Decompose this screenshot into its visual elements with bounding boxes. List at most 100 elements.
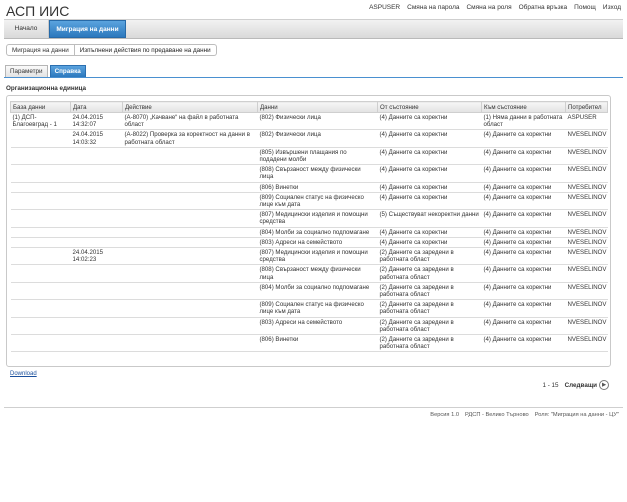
col-header-user[interactable]: Потребител bbox=[565, 101, 608, 113]
cell-to-state: (4) Данните са коректни bbox=[481, 247, 566, 266]
col-header-from-state[interactable]: От състояние bbox=[377, 101, 482, 113]
cell-database bbox=[10, 334, 71, 353]
cell-to-state: (4) Данните са коректни bbox=[481, 264, 566, 283]
cell-to-state: (4) Данните са коректни bbox=[481, 164, 566, 183]
footer-divider bbox=[4, 407, 623, 408]
col-header-data[interactable]: Данни bbox=[257, 101, 378, 113]
table-row[interactable]: (803) Адреси на семейството (2) Данните с… bbox=[10, 317, 608, 336]
cell-user: NVESELINOV bbox=[565, 299, 608, 318]
cell-user: NVESELINOV bbox=[565, 247, 608, 266]
cell-date: 24.04.2015 14:32:07 bbox=[70, 112, 123, 131]
table-row[interactable]: (808) Свързаност между физически лица (4)… bbox=[10, 164, 608, 183]
nav-change-role[interactable]: Смяна на роля bbox=[466, 4, 511, 11]
nav-change-password[interactable]: Смяна на парола bbox=[407, 4, 459, 11]
col-header-action[interactable]: Действие bbox=[122, 101, 258, 113]
tab-parameters[interactable]: Параметри bbox=[5, 65, 48, 77]
table-row[interactable]: (1) ДСП-Благоевград - 1 24.04.2015 14:32:… bbox=[10, 112, 608, 131]
cell-database bbox=[10, 182, 71, 193]
footer-version: Версия 1.0 bbox=[430, 412, 459, 418]
cell-to-state: (4) Данните са коректни bbox=[481, 334, 566, 353]
cell-from-state: (2) Данните са заредени в работната обла… bbox=[377, 299, 482, 318]
table-row[interactable]: (809) Социален статус на физическо лице … bbox=[10, 192, 608, 211]
table-row[interactable]: (809) Социален статус на физическо лице … bbox=[10, 299, 608, 318]
chevron-right-icon: ▶ bbox=[599, 380, 609, 390]
cell-date bbox=[70, 227, 123, 238]
cell-from-state: (2) Данните са заредени в работната обла… bbox=[377, 282, 482, 301]
cell-date bbox=[70, 237, 123, 249]
cell-data: (809) Социален статус на физическо лице … bbox=[257, 192, 378, 211]
cell-data: (806) Винетки bbox=[257, 182, 378, 193]
pager-next-label: Следващи bbox=[564, 381, 597, 389]
cell-database bbox=[10, 264, 71, 283]
cell-user: NVESELINOV bbox=[565, 282, 608, 301]
cell-date bbox=[70, 182, 123, 193]
cell-database bbox=[10, 164, 71, 183]
menu-data-migration[interactable]: Миграция на данни bbox=[49, 20, 126, 38]
cell-action bbox=[122, 182, 258, 193]
cell-database bbox=[10, 317, 71, 336]
download-link[interactable]: Download bbox=[10, 371, 37, 377]
table-row[interactable]: (806) Винетки (2) Данните са заредени в р… bbox=[10, 334, 608, 353]
menu-home[interactable]: Начало bbox=[4, 20, 49, 38]
col-header-database[interactable]: База данни bbox=[10, 101, 71, 113]
nav-help[interactable]: Помощ bbox=[574, 4, 596, 11]
nav-user[interactable]: ASPUSER bbox=[369, 4, 400, 11]
cell-data: (803) Адреси на семейството bbox=[257, 237, 378, 249]
col-header-date[interactable]: Дата bbox=[70, 101, 123, 113]
cell-data: (802) Физически лица bbox=[257, 129, 378, 148]
table-row[interactable]: 24.04.2015 14:03:32 (A-8022) Проверка за … bbox=[10, 129, 608, 148]
table-header-row: База данни Дата Действие Данни От състоя… bbox=[10, 101, 608, 113]
cell-action bbox=[122, 282, 258, 301]
table-row[interactable]: 24.04.2015 14:02:23 (807) Медицински изде… bbox=[10, 247, 608, 266]
table-row[interactable]: (805) Извършени плащания по подадени мол… bbox=[10, 147, 608, 166]
pager-next-button[interactable]: Следващи ▶ bbox=[565, 380, 609, 390]
table-row[interactable]: (804) Молби за социално подпомагане (2) Д… bbox=[10, 282, 608, 301]
cell-user: NVESELINOV bbox=[565, 129, 608, 148]
table-row[interactable]: (808) Свързаност между физически лица (2)… bbox=[10, 264, 608, 283]
cell-from-state: (4) Данните са коректни bbox=[377, 147, 482, 166]
cell-from-state: (2) Данните са заредени в работната обла… bbox=[377, 317, 482, 336]
cell-data: (808) Свързаност между физически лица bbox=[257, 264, 378, 283]
cell-data: (807) Медицински изделия и помощни средс… bbox=[257, 209, 378, 228]
nav-logout[interactable]: Изход bbox=[603, 4, 621, 11]
org-unit-label: Организационна единица bbox=[6, 85, 87, 92]
cell-database bbox=[10, 129, 71, 148]
table-row[interactable]: (804) Молби за социално подпомагане (4) Д… bbox=[10, 227, 608, 238]
cell-from-state: (2) Данните са заредени в работната обла… bbox=[377, 334, 482, 353]
cell-action bbox=[122, 334, 258, 353]
cell-date: 24.04.2015 14:03:32 bbox=[70, 129, 123, 148]
cell-data: (804) Молби за социално подпомагане bbox=[257, 227, 378, 238]
cell-date bbox=[70, 299, 123, 318]
cell-user: NVESELINOV bbox=[565, 209, 608, 228]
cell-to-state: (4) Данните са коректни bbox=[481, 182, 566, 193]
cell-database bbox=[10, 282, 71, 301]
cell-data: (808) Свързаност между физически лица bbox=[257, 164, 378, 183]
cell-data: (804) Молби за социално подпомагане bbox=[257, 282, 378, 301]
cell-action bbox=[122, 147, 258, 166]
cell-from-state: (4) Данните са коректни bbox=[377, 112, 482, 131]
actions-table: База данни Дата Действие Данни От състоя… bbox=[10, 101, 608, 353]
breadcrumb: Миграция на данни Изпълнени действия по … bbox=[6, 44, 217, 56]
table-row[interactable]: (806) Винетки (4) Данните са коректни (4) … bbox=[10, 182, 608, 193]
cell-database: (1) ДСП-Благоевград - 1 bbox=[10, 112, 71, 131]
tab-report[interactable]: Справка bbox=[49, 65, 86, 77]
cell-database bbox=[10, 247, 71, 266]
top-nav: ASPUSER Смяна на парола Смяна на роля Об… bbox=[369, 4, 621, 11]
cell-to-state: (1) Няма данни в работната област bbox=[481, 112, 566, 131]
cell-database bbox=[10, 192, 71, 211]
cell-database bbox=[10, 209, 71, 228]
cell-action: (A-8070) „Качване“ на файл в работната о… bbox=[122, 112, 258, 131]
cell-action bbox=[122, 237, 258, 249]
col-header-to-state[interactable]: Към състояние bbox=[481, 101, 566, 113]
nav-feedback[interactable]: Обратна връзка bbox=[519, 4, 568, 11]
table-row[interactable]: (807) Медицински изделия и помощни средс… bbox=[10, 209, 608, 228]
cell-date bbox=[70, 282, 123, 301]
footer-org: РДСП - Велико Търново bbox=[465, 412, 529, 418]
breadcrumb-parent[interactable]: Миграция на данни bbox=[6, 44, 75, 56]
cell-action bbox=[122, 317, 258, 336]
table-row[interactable]: (803) Адреси на семейството (4) Данните с… bbox=[10, 237, 608, 249]
tab-underline bbox=[4, 77, 623, 78]
cell-action: (A-8022) Проверка за коректност на данни… bbox=[122, 129, 258, 148]
cell-user: NVESELINOV bbox=[565, 237, 608, 249]
cell-user: NVESELINOV bbox=[565, 334, 608, 353]
